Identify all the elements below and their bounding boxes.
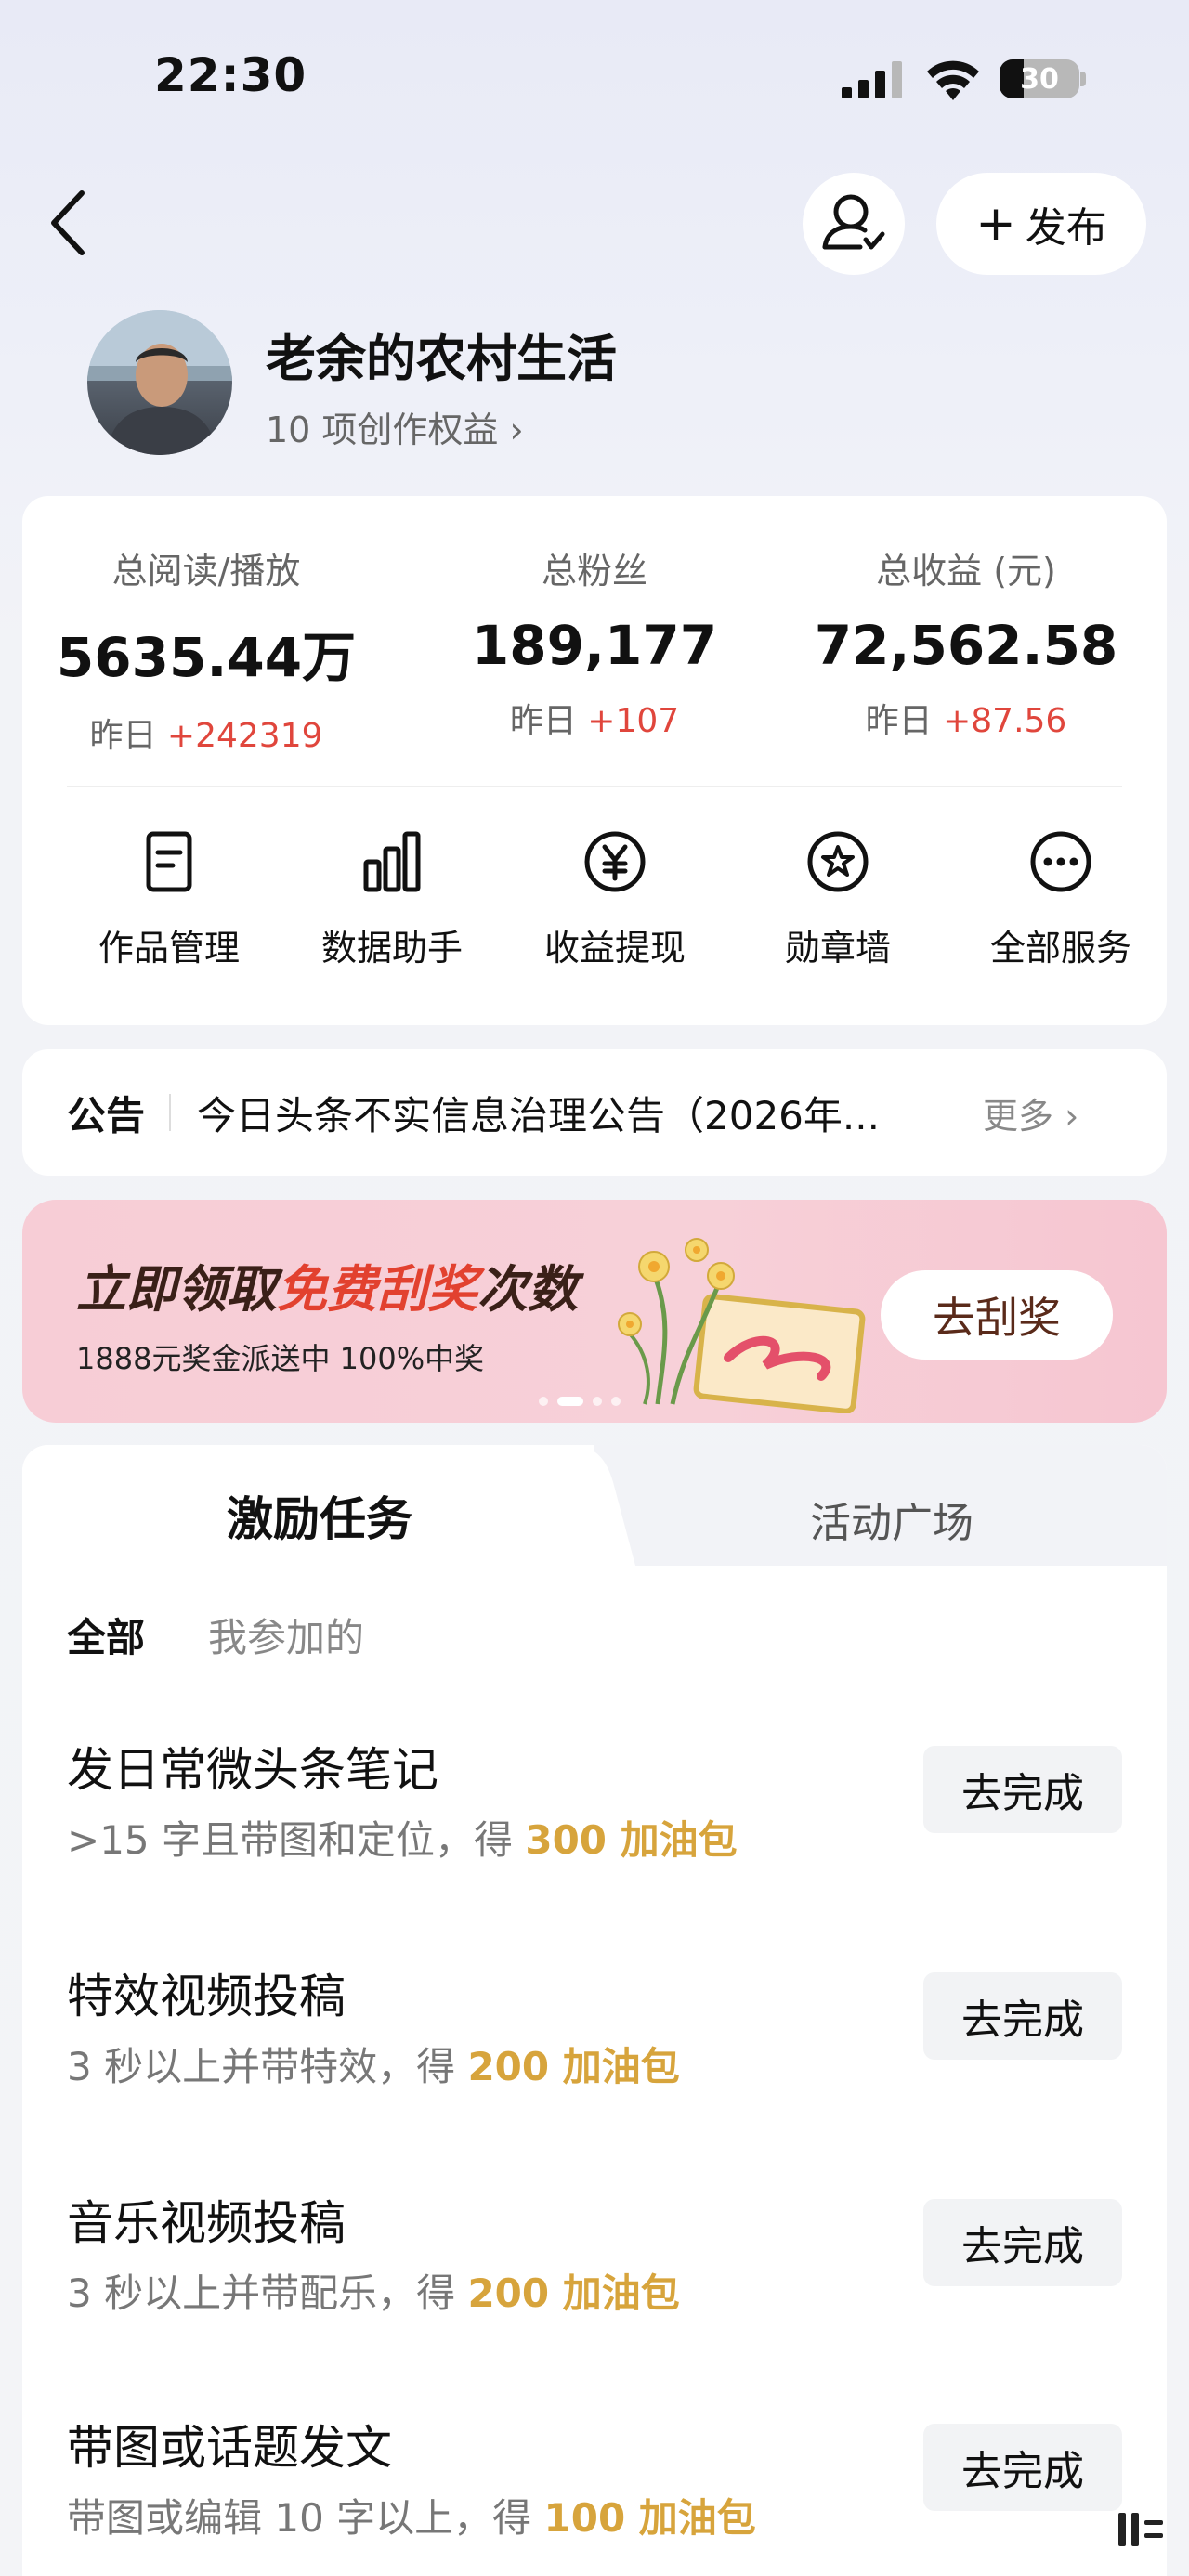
task-desc-text: 3 秒以上并带特效，得 — [67, 2044, 468, 2089]
task-title: 音乐视频投稿 — [67, 2196, 346, 2250]
banner-title-part: 次数 — [477, 1260, 578, 1319]
task-complete-button[interactable]: 去完成 — [923, 1972, 1122, 2060]
publish-button[interactable]: + 发布 — [936, 173, 1146, 275]
divider — [169, 1094, 172, 1131]
wifi-icon — [927, 60, 979, 100]
stat-delta-prefix: 昨日 — [509, 702, 588, 740]
status-time: 22:30 — [154, 48, 307, 102]
back-arrow-icon[interactable] — [43, 186, 95, 260]
banner-title: 立即领取免费刮奖次数 — [76, 1248, 578, 1321]
stat-total-reads[interactable]: 总阅读/播放 5635.44万 昨日 +242319 — [30, 542, 383, 757]
battery-cap — [1080, 72, 1086, 86]
service-works-management[interactable]: 作品管理 — [58, 828, 281, 970]
service-withdraw[interactable]: 收益提现 — [503, 828, 726, 970]
avatar-photo — [87, 310, 232, 455]
task-complete-button[interactable]: 去完成 — [923, 2424, 1122, 2511]
more-icon — [1030, 831, 1091, 892]
stat-delta: +242319 — [166, 717, 323, 755]
cellular-signal-icon — [842, 61, 902, 98]
avatar[interactable] — [87, 310, 232, 455]
service-label: 作品管理 — [98, 928, 240, 969]
badge-icon — [807, 831, 869, 892]
service-label: 数据助手 — [320, 928, 463, 969]
task-title: 特效视频投稿 — [67, 1970, 346, 2023]
task-item: 发日常微头条笔记 >15 字且带图和定位，得 300 加油包 去完成 — [22, 1733, 1167, 1928]
stat-delta-prefix: 昨日 — [865, 702, 944, 740]
carousel-dot — [539, 1397, 548, 1406]
stat-value: 72,562.58 — [814, 614, 1118, 677]
divider — [67, 786, 1122, 787]
daffodil-scratch-card-illustration — [618, 1238, 866, 1413]
scratch-promo-banner[interactable]: 立即领取免费刮奖次数 1888元奖金派送中 100%中奖 去刮奖 — [22, 1200, 1167, 1423]
carousel-dot-active — [557, 1397, 583, 1406]
task-item: 带图或话题发文 带图或编辑 10 字以上，得 100 加油包 去完成 — [22, 2411, 1167, 2576]
scratch-now-button[interactable]: 去刮奖 — [881, 1270, 1113, 1360]
user-check-icon — [822, 194, 885, 250]
yuan-icon — [584, 831, 646, 892]
banner-subtitle: 1888元奖金派送中 100%中奖 — [76, 1341, 485, 1376]
filter-joined[interactable]: 我参加的 — [208, 1607, 364, 1663]
profile-name: 老余的农村生活 — [266, 330, 617, 388]
task-desc: >15 字且带图和定位，得 300 加油包 — [67, 1809, 738, 1866]
task-complete-button[interactable]: 去完成 — [923, 1746, 1122, 1833]
stats-card: 总阅读/播放 5635.44万 昨日 +242319 总粉丝 189,177 昨… — [22, 496, 1167, 1025]
creator-benefits-link[interactable]: 10 项创作权益 › — [266, 401, 524, 452]
battery-icon: 30 — [1000, 59, 1079, 98]
stat-value: 189,177 — [471, 614, 718, 677]
service-data-assistant[interactable]: 数据助手 — [281, 828, 503, 970]
stat-label: 总阅读/播放 — [111, 551, 301, 592]
service-label: 全部服务 — [989, 928, 1131, 969]
task-title: 带图或话题发文 — [67, 2421, 392, 2475]
task-desc-text: >15 字且带图和定位，得 — [67, 1817, 526, 1863]
stat-total-fans[interactable]: 总粉丝 189,177 昨日 +107 — [418, 542, 771, 742]
task-desc: 3 秒以上并带特效，得 200 加油包 — [67, 2036, 680, 2092]
tab-incentive-tasks[interactable]: 激励任务 — [22, 1482, 617, 1549]
publish-label: 发布 — [1025, 204, 1107, 252]
task-desc: 带图或编辑 10 字以上，得 100 加油包 — [67, 2487, 756, 2543]
stat-value: 5635.44万 — [56, 626, 357, 689]
stat-label: 总收益 (元) — [876, 551, 1056, 592]
task-reward: 200 加油包 — [467, 2270, 680, 2316]
banner-title-part: 立即领取 — [76, 1260, 277, 1319]
task-desc: 3 秒以上并带配乐，得 200 加油包 — [67, 2262, 680, 2319]
banner-title-highlight: 免费刮奖 — [277, 1260, 477, 1319]
announcement-tag: 公告 — [67, 1092, 146, 1138]
service-badge-wall[interactable]: 勋章墙 — [726, 828, 949, 970]
stat-total-income[interactable]: 总收益 (元) 72,562.58 昨日 +87.56 — [790, 542, 1143, 742]
task-desc-text: 3 秒以上并带配乐，得 — [67, 2270, 468, 2316]
task-desc-text: 带图或编辑 10 字以上，得 — [67, 2495, 544, 2541]
service-label: 收益提现 — [543, 928, 686, 969]
task-item: 特效视频投稿 3 秒以上并带特效，得 200 加油包 去完成 — [22, 1959, 1167, 2154]
task-reward: 300 加油包 — [525, 1817, 738, 1863]
tab-activity-square[interactable]: 活动广场 — [617, 1490, 1167, 1549]
tasks-panel: 激励任务 活动广场 全部 我参加的 发日常微头条笔记 >15 字且带图和定位，得… — [22, 1445, 1167, 2576]
stat-label: 总粉丝 — [541, 551, 647, 592]
carousel-dot — [593, 1397, 602, 1406]
carousel-dot — [611, 1397, 621, 1406]
stat-delta: +87.56 — [943, 702, 1067, 740]
task-complete-button[interactable]: 去完成 — [923, 2199, 1122, 2286]
list-toggle-icon[interactable] — [1113, 2502, 1169, 2557]
service-all-services[interactable]: 全部服务 — [949, 828, 1172, 970]
announcement-text[interactable]: 今日头条不实信息治理公告（2026年... — [197, 1085, 959, 1141]
carousel-indicator — [539, 1397, 621, 1406]
bar-chart-icon — [363, 831, 421, 892]
document-icon — [146, 831, 192, 892]
task-reward: 200 加油包 — [467, 2044, 680, 2089]
announcement-bar[interactable]: 公告 今日头条不实信息治理公告（2026年... 更多 › — [22, 1049, 1167, 1176]
plus-icon: + — [975, 196, 1016, 252]
task-reward: 100 加油包 — [543, 2495, 756, 2541]
task-item: 音乐视频投稿 3 秒以上并带配乐，得 200 加油包 去完成 — [22, 2186, 1167, 2381]
task-title: 发日常微头条笔记 — [67, 1743, 438, 1797]
battery-level: 30 — [1020, 63, 1059, 96]
announcement-more-link[interactable]: 更多 › — [983, 1087, 1078, 1138]
account-button[interactable] — [803, 173, 905, 275]
service-label: 勋章墙 — [784, 928, 891, 969]
filter-all[interactable]: 全部 — [67, 1607, 145, 1663]
stat-delta-prefix: 昨日 — [89, 717, 167, 755]
stat-delta: +107 — [587, 702, 680, 740]
